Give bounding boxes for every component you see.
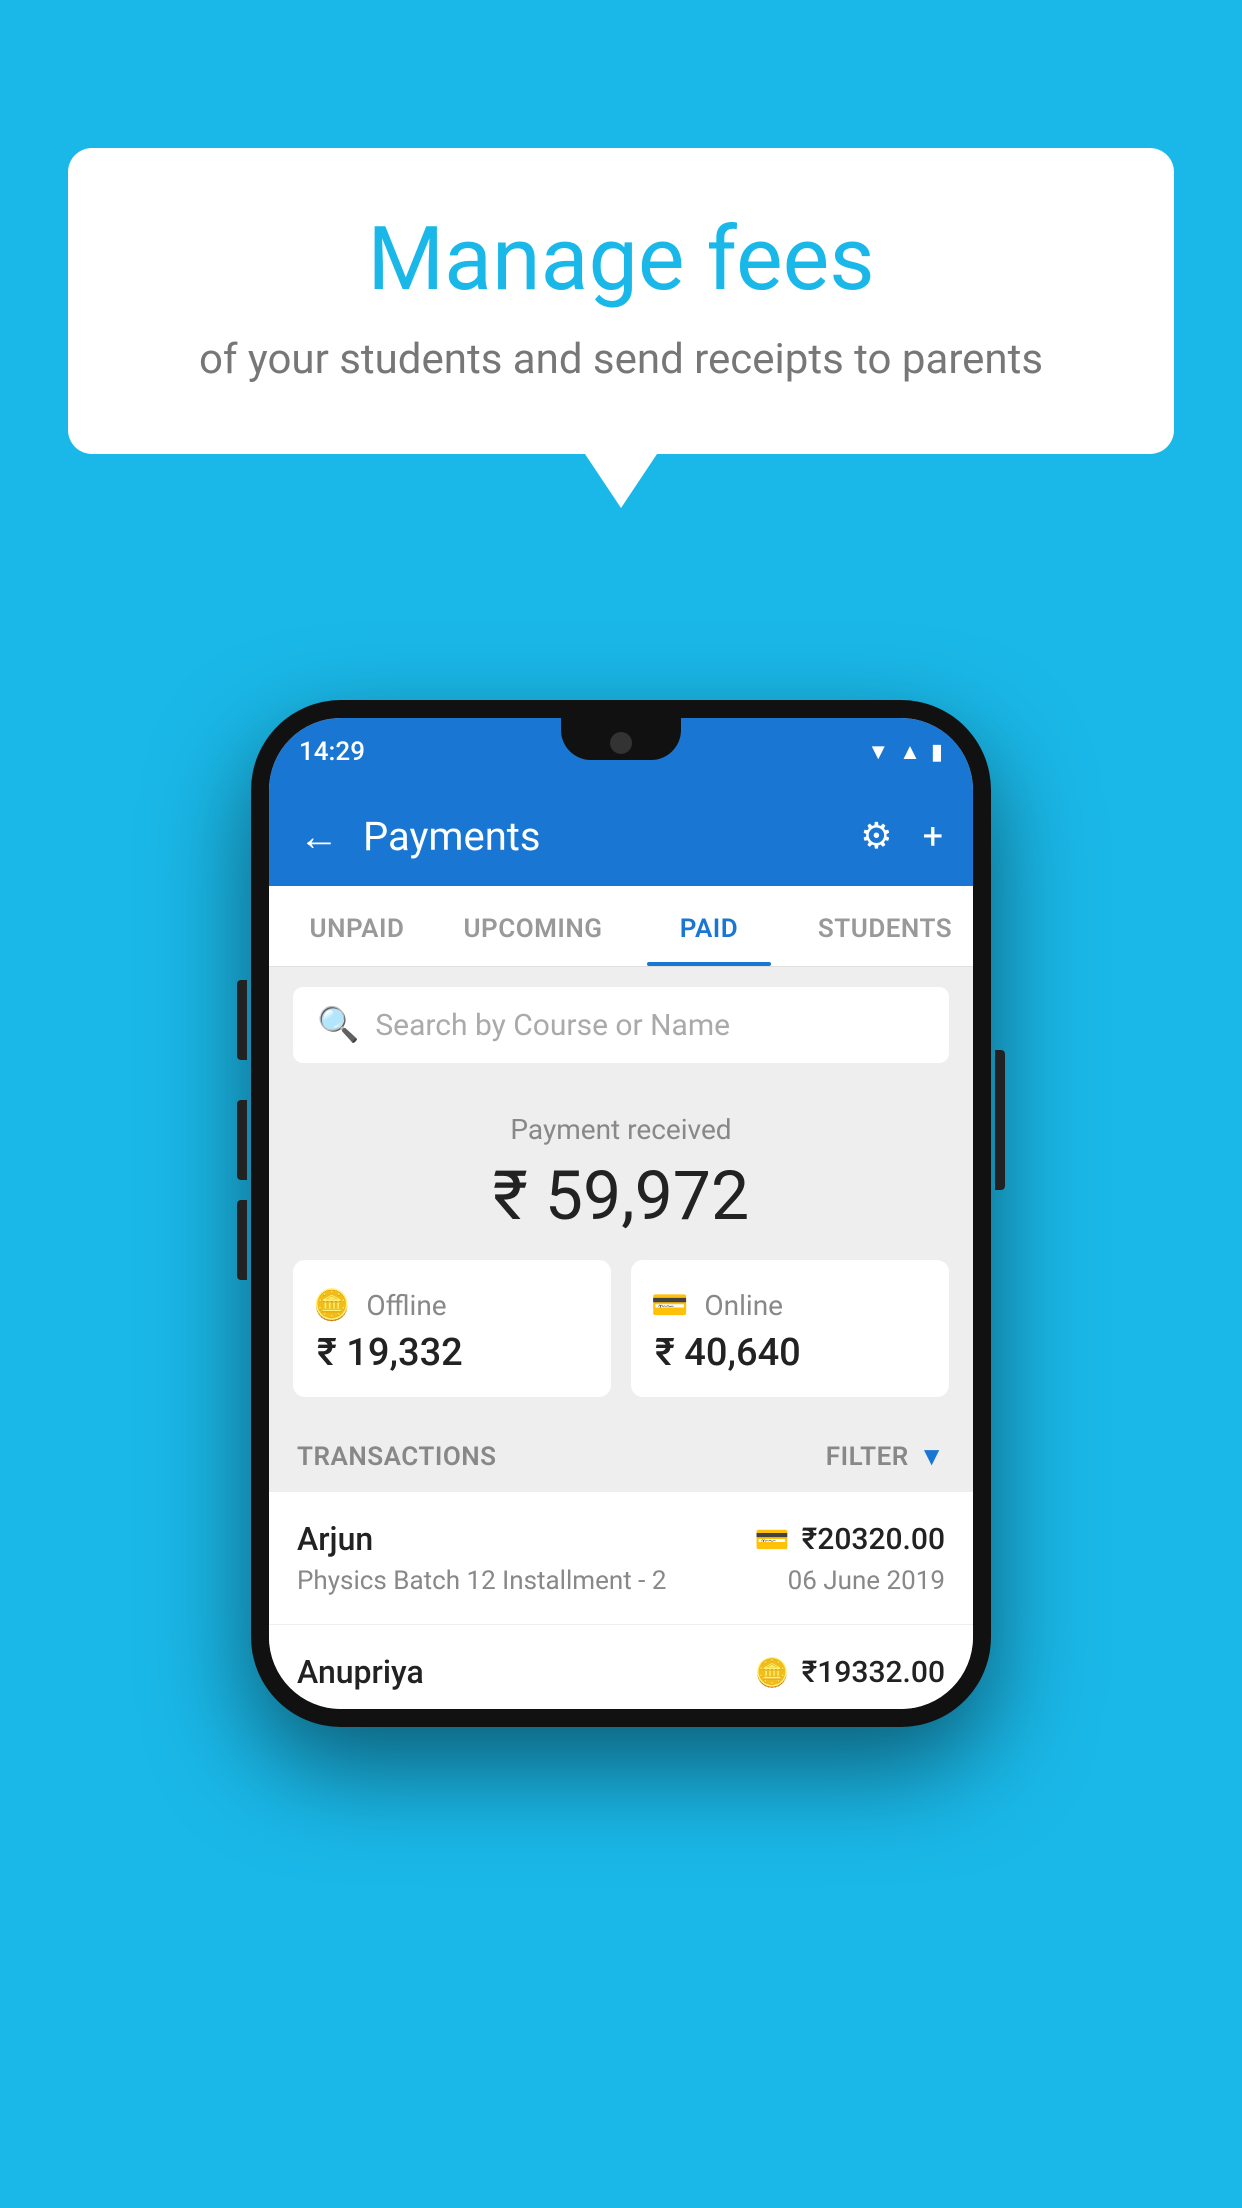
phone-screen: 14:29 ▼ ▲ ▮ ← Payments ⚙ + (269, 718, 973, 1709)
status-icons: ▼ ▲ ▮ (867, 739, 943, 765)
battery-icon: ▮ (931, 740, 943, 765)
header-icons: ⚙ + (860, 815, 943, 857)
add-icon[interactable]: + (923, 815, 943, 857)
transaction-amount-wrap-2: 🪙 ₹19332.00 (755, 1655, 945, 1690)
offline-label: Offline (366, 1289, 446, 1322)
transaction-top: Arjun 💳 ₹20320.00 (297, 1520, 945, 1558)
filter-icon: ▼ (919, 1441, 945, 1472)
bubble-subtitle: of your students and send receipts to pa… (148, 335, 1094, 384)
speech-bubble: Manage fees of your students and send re… (68, 148, 1174, 454)
status-time: 14:29 (299, 737, 365, 767)
settings-icon[interactable]: ⚙ (860, 815, 892, 857)
offline-card: 🪙 Offline ₹ 19,332 (293, 1260, 611, 1397)
phone-mockup: 14:29 ▼ ▲ ▮ ← Payments ⚙ + (251, 700, 991, 1727)
payment-total-amount: ₹ 59,972 (293, 1156, 949, 1236)
notch (561, 718, 681, 760)
transaction-course: Physics Batch 12 Installment - 2 (297, 1566, 666, 1596)
transaction-amount-2: ₹19332.00 (802, 1655, 945, 1690)
transaction-bottom: Physics Batch 12 Installment - 2 06 June… (297, 1566, 945, 1596)
app-header: ← Payments ⚙ + (269, 786, 973, 886)
signal-icon: ▲ (899, 739, 921, 765)
table-row[interactable]: Anupriya 🪙 ₹19332.00 (269, 1625, 973, 1709)
transaction-name-2: Anupriya (297, 1653, 424, 1691)
payment-received-label: Payment received (293, 1113, 949, 1146)
tab-unpaid[interactable]: UNPAID (269, 886, 445, 966)
bubble-title: Manage fees (148, 208, 1094, 311)
tab-upcoming[interactable]: UPCOMING (445, 886, 621, 966)
payment-cards: 🪙 Offline ₹ 19,332 💳 Online ₹ 40,640 (293, 1260, 949, 1397)
card-icon: 💳 (651, 1288, 688, 1323)
search-input[interactable]: Search by Course or Name (375, 1008, 730, 1043)
back-button[interactable]: ← (299, 813, 339, 860)
offline-card-header: 🪙 Offline (313, 1288, 591, 1323)
card-payment-icon: 💳 (755, 1523, 790, 1556)
cash-payment-icon: 🪙 (755, 1656, 790, 1689)
tab-students[interactable]: STUDENTS (797, 886, 973, 966)
offline-amount: ₹ 19,332 (313, 1331, 591, 1375)
transactions-header: TRANSACTIONS FILTER ▼ (269, 1421, 973, 1492)
transaction-date: 06 June 2019 (788, 1566, 945, 1596)
transaction-top-2: Anupriya 🪙 ₹19332.00 (297, 1653, 945, 1691)
phone-outer: 14:29 ▼ ▲ ▮ ← Payments ⚙ + (251, 700, 991, 1727)
online-amount: ₹ 40,640 (651, 1331, 929, 1375)
tabs-bar: UNPAID UPCOMING PAID STUDENTS (269, 886, 973, 967)
search-box[interactable]: 🔍 Search by Course or Name (293, 987, 949, 1063)
speech-bubble-container: Manage fees of your students and send re… (68, 148, 1174, 454)
online-card: 💳 Online ₹ 40,640 (631, 1260, 949, 1397)
online-card-header: 💳 Online (651, 1288, 929, 1323)
online-label: Online (704, 1289, 783, 1322)
header-title: Payments (363, 813, 836, 860)
cash-icon: 🪙 (313, 1288, 350, 1323)
filter-button[interactable]: FILTER ▼ (826, 1441, 945, 1472)
wifi-icon: ▼ (867, 739, 889, 765)
tab-paid[interactable]: PAID (621, 886, 797, 966)
transaction-name: Arjun (297, 1520, 373, 1558)
table-row[interactable]: Arjun 💳 ₹20320.00 Physics Batch 12 Insta… (269, 1492, 973, 1625)
search-icon: 🔍 (317, 1005, 359, 1045)
filter-label: FILTER (826, 1442, 909, 1472)
camera (610, 732, 632, 754)
transaction-amount-wrap: 💳 ₹20320.00 (755, 1522, 945, 1557)
transactions-label: TRANSACTIONS (297, 1442, 497, 1472)
transaction-amount: ₹20320.00 (802, 1522, 945, 1557)
payment-summary: Payment received ₹ 59,972 🪙 Offline ₹ 19… (269, 1083, 973, 1421)
status-bar: 14:29 ▼ ▲ ▮ (269, 718, 973, 786)
search-container: 🔍 Search by Course or Name (269, 967, 973, 1083)
